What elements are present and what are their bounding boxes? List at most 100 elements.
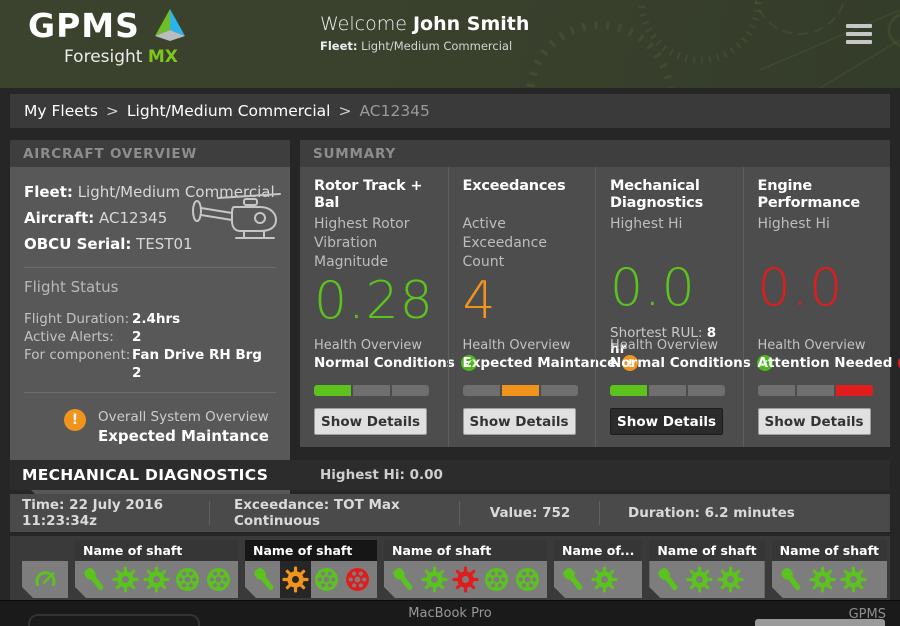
flight-duration-stat: Flight Duration:2.4hrs (24, 310, 276, 328)
shaft-icon[interactable] (653, 561, 684, 598)
shaft-icon-tile (384, 561, 547, 598)
summary-panel: SUMMARY Rotor Track + Bal Highest Rotor … (300, 140, 890, 447)
summary-card-mechanical-diagnostics: Mechanical Diagnostics Highest Hi 0.0 Sh… (595, 167, 743, 447)
header-fleet-line: Fleet: Light/Medium Commercial (320, 39, 529, 53)
gear-icon[interactable] (110, 561, 141, 598)
health-status: Attention Needed ! (758, 355, 881, 371)
shaft-group[interactable]: Name of shaft (245, 540, 377, 598)
shaft-group[interactable]: Name of... (554, 540, 642, 598)
summary-card-rotor-track: Rotor Track + Bal Highest Rotor Vibratio… (300, 167, 448, 447)
gpms-logo-text: GPMS (28, 6, 140, 45)
shaft-group[interactable]: Name of shaft (772, 540, 887, 598)
show-details-button[interactable]: Show Details (758, 408, 871, 435)
shaft-icon[interactable] (249, 561, 280, 598)
shaft-icon-tile (75, 561, 238, 598)
show-details-button[interactable]: Show Details (610, 408, 723, 435)
aircraft-overview-title: AIRCRAFT OVERVIEW (10, 140, 290, 167)
health-bar (314, 385, 429, 396)
gpms-dashboard: GPMS Foresight MX Welcome John Smith Fle… (0, 0, 900, 626)
bearing-icon[interactable] (203, 561, 234, 598)
highest-hi-readout: Highest Hi: 0.00 (320, 467, 443, 483)
gear-icon[interactable] (807, 561, 838, 598)
shaft-icon-tile (245, 561, 377, 598)
health-bar (610, 385, 725, 396)
summary-title: SUMMARY (300, 140, 890, 167)
time-cell: Time: 22 July 2016 11:23:34z (10, 494, 210, 532)
metric-value: 0.0 (758, 259, 885, 319)
overall-system-overview: ! Overall System Overview Expected Maint… (64, 409, 276, 445)
app-header: GPMS Foresight MX Welcome John Smith Fle… (0, 0, 900, 88)
for-component-stat: For component:Fan Drive RH Brg 2 (24, 346, 276, 382)
shaft-icon-tile (649, 561, 764, 598)
health-status: Expected Maintance ! (463, 355, 586, 371)
logo-block[interactable]: GPMS Foresight MX (28, 6, 190, 67)
shaft-icon[interactable] (79, 561, 110, 598)
bearing-icon[interactable] (512, 561, 543, 598)
gear-icon[interactable] (419, 561, 450, 598)
summary-card-exceedances: Exceedances Active Exceedance Count 4 He… (448, 167, 596, 447)
gear-icon[interactable] (838, 561, 869, 598)
bearing-icon[interactable] (311, 561, 342, 598)
shaft-group[interactable]: Name of shaft (75, 540, 238, 598)
aircraft-overview-panel: AIRCRAFT OVERVIEW Fleet: Light/Medium Co… (10, 140, 290, 507)
health-status: Normal Conditions ✓ (314, 355, 438, 371)
exceedance-cell: Exceedance: TOT Max Continuous (210, 494, 460, 532)
gear-icon[interactable] (715, 561, 746, 598)
health-bar (463, 385, 578, 396)
value-cell: Value: 752 (460, 494, 600, 532)
shaft-name: Name of shaft (75, 540, 238, 561)
breadcrumb-fleet[interactable]: Light/Medium Commercial (127, 102, 331, 120)
shaft-icon[interactable] (558, 561, 589, 598)
health-bar (758, 385, 873, 396)
metric-value: 0.0 (610, 259, 737, 319)
health-status: Normal Conditions ✓ (610, 355, 733, 371)
shaft-name: Name of shaft (772, 540, 887, 561)
shaft-name: Name of shaft (245, 540, 377, 561)
shaft-name: Name of shaft (384, 540, 547, 561)
show-details-button[interactable]: Show Details (463, 408, 576, 435)
breadcrumb: My Fleets > Light/Medium Commercial > AC… (10, 94, 890, 128)
shaft-name: Name of shaft (649, 540, 764, 561)
device-bezel: MacBook Pro GPMS (0, 600, 900, 626)
gpms-triangle-icon (150, 8, 190, 44)
gauge-icon[interactable] (22, 561, 68, 598)
foresight-mx-label: Foresight MX (64, 47, 190, 67)
shaft-icon[interactable] (776, 561, 807, 598)
gear-icon[interactable] (450, 561, 481, 598)
shaft-icon-tile (554, 561, 642, 598)
welcome-block: Welcome John Smith Fleet: Light/Medium C… (320, 13, 529, 53)
shaft-icon-tile (772, 561, 887, 598)
bearing-icon[interactable] (172, 561, 203, 598)
show-details-button[interactable]: Show Details (314, 408, 427, 435)
bearing-icon[interactable] (481, 561, 512, 598)
bezel-bar (755, 619, 885, 626)
summary-card-engine-performance: Engine Performance Highest Hi 0.0 Health… (743, 167, 891, 447)
shaft-group[interactable]: Name of shaft (649, 540, 764, 598)
shaft-groups: Name of shaft Name of shaft Name of shaft N… (10, 536, 890, 600)
shaft-group[interactable]: Name of shaft (384, 540, 547, 598)
breadcrumb-aircraft: AC12345 (359, 102, 429, 120)
duration-cell: Duration: 6.2 minutes (600, 494, 890, 532)
breadcrumb-my-fleets[interactable]: My Fleets (24, 102, 98, 120)
active-alerts-stat: Active Alerts:2 (24, 328, 276, 346)
gear-icon[interactable] (589, 561, 620, 598)
divider (24, 267, 276, 268)
menu-icon[interactable] (846, 24, 872, 48)
user-name: John Smith (413, 13, 529, 35)
gear-icon[interactable] (141, 561, 172, 598)
gear-icon[interactable] (684, 561, 715, 598)
exceedance-info-row: Time: 22 July 2016 11:23:34z Exceedance:… (10, 494, 890, 532)
shaft-icon[interactable] (388, 561, 419, 598)
metric-value: 0.28 (314, 272, 442, 332)
flight-status-label: Flight Status (24, 278, 276, 296)
welcome-line: Welcome John Smith (320, 13, 529, 35)
warning-icon: ! (64, 409, 86, 431)
gear-icon[interactable] (280, 561, 311, 598)
overall-status: Expected Maintance (98, 427, 269, 445)
metric-value: 4 (463, 272, 590, 332)
helicopter-icon (188, 187, 282, 243)
bearing-icon[interactable] (342, 561, 373, 598)
shaft-name: Name of... (554, 540, 642, 561)
mechanical-diagnostics-header: MECHANICAL DIAGNOSTICS Highest Hi: 0.00 (10, 460, 890, 490)
divider (24, 392, 276, 393)
